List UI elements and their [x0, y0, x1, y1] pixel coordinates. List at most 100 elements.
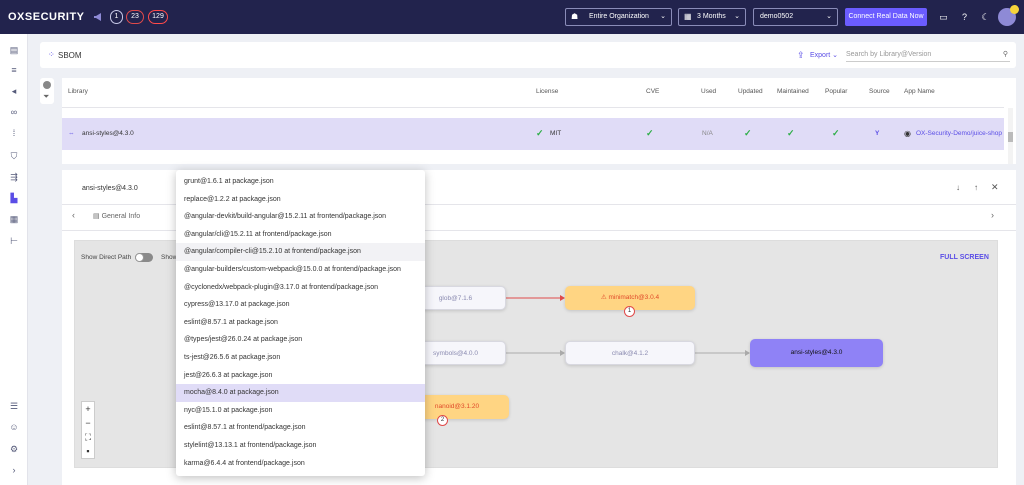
menu-item[interactable]: cypress@13.17.0 at package.json — [176, 296, 425, 314]
menu-item[interactable]: nyc@15.1.0 at package.json — [176, 402, 425, 420]
chevron-down-icon: ⌄ — [660, 13, 666, 20]
tab-next-icon[interactable]: › — [991, 210, 994, 220]
sbom-icon: ⁘ — [48, 50, 55, 59]
menu-item[interactable]: stylelint@13.13.1 at frontend/package.js… — [176, 437, 425, 455]
chevron-down-icon: ⌄ — [734, 13, 740, 20]
sbom-table: Library License CVE Used Updated Maintai… — [62, 78, 1016, 164]
pipeline-icon[interactable]: ⇶ — [8, 171, 20, 183]
dependency-path-menu: grunt@1.6.1 at package.json replace@1.2.… — [176, 170, 425, 476]
page-title: SBOM — [58, 51, 82, 60]
tab-general-info[interactable]: ▤ General Info — [93, 212, 140, 220]
node-chalk[interactable]: chalk@4.1.2 — [565, 341, 695, 365]
column-used[interactable]: Used — [701, 88, 716, 95]
check-icon: ✓ — [536, 128, 544, 138]
zoom-out-icon[interactable]: − — [82, 416, 94, 430]
menu-item[interactable]: @angular/cli@15.2.11 at frontend/package… — [176, 226, 425, 244]
chat-icon[interactable]: ▭ — [938, 12, 949, 23]
top-bar: OXSECURITY 1 23 129 ☗ Entire Organizatio… — [0, 0, 1024, 34]
github-icon: ◉ — [904, 129, 911, 138]
license-value: MIT — [550, 130, 562, 137]
column-cve[interactable]: CVE — [646, 88, 659, 95]
menu-item[interactable]: eslint@8.57.1 at package.json — [176, 314, 425, 332]
notification-badge-medium[interactable]: 23 — [126, 10, 144, 24]
filter-icon[interactable]: ⏷ — [43, 92, 49, 102]
expand-sidebar-icon[interactable]: › — [8, 464, 20, 476]
lock-icon[interactable]: ▪ — [82, 444, 94, 458]
menu-item-hovered[interactable]: @angular/compiler-cli@15.2.10 at fronten… — [176, 243, 425, 261]
ox-security-logo[interactable]: OXSECURITY — [8, 11, 85, 23]
link-icon: ⇔ — [68, 130, 75, 137]
list-icon[interactable]: ≡ — [8, 64, 20, 76]
menu-item-selected[interactable]: mocha@8.4.0 at package.json — [176, 384, 425, 402]
column-source[interactable]: Source — [869, 88, 890, 95]
check-icon: ✓ — [832, 128, 840, 138]
menu-item[interactable]: eslint@8.57.1 at frontend/package.json — [176, 419, 425, 437]
table-row-selected[interactable]: ⇔ ansi-styles@4.3.0 ✓ MIT ✓ N/A ✓ ✓ ✓ Y … — [62, 118, 1004, 150]
node-ansi-styles[interactable]: ansi-styles@4.3.0 — [750, 339, 883, 367]
menu-item[interactable]: jest@26.6.3 at package.json — [176, 367, 425, 385]
dashboard-icon[interactable]: ▤ — [8, 44, 20, 56]
chevron-down-icon: ⌄ — [826, 13, 832, 20]
arrow-up-icon[interactable]: ↑ — [974, 183, 978, 192]
infinity-icon[interactable]: ∞ — [8, 106, 20, 118]
export-button[interactable]: Export ⌄ — [810, 51, 838, 59]
organization-icon: ☗ — [571, 12, 579, 21]
menu-item[interactable]: @angular-builders/custom-webpack@15.0.0 … — [176, 261, 425, 279]
column-popular[interactable]: Popular — [825, 88, 847, 95]
column-app-name[interactable]: App Name — [904, 88, 935, 95]
export-icon[interactable]: ⇪ — [797, 50, 805, 61]
tab-prev-icon[interactable]: ‹ — [72, 210, 75, 220]
fit-view-icon[interactable]: ⛶ — [82, 430, 94, 444]
calendar-icon: ▦ — [684, 12, 692, 21]
menu-item[interactable]: grunt@1.6.1 at package.json — [176, 173, 425, 191]
notification-badge-low[interactable]: 1 — [110, 10, 123, 24]
connect-real-data-button[interactable]: Connect Real Data Now — [845, 8, 927, 26]
library-name: ansi-styles@4.3.0 — [82, 130, 134, 137]
detail-title: ansi-styles@4.3.0 — [82, 185, 138, 192]
column-maintained[interactable]: Maintained — [777, 88, 809, 95]
sbom-icon[interactable]: ▙ — [8, 192, 20, 204]
source-value: Y — [875, 130, 880, 137]
zoom-in-icon[interactable]: + — [82, 402, 94, 416]
apps-icon[interactable]: ▦ — [8, 213, 20, 225]
dark-mode-icon[interactable]: ☾ — [980, 12, 991, 23]
search-input[interactable]: Search by Library@Version ⚲ — [846, 48, 1010, 62]
filter-controls: ⏷ — [40, 78, 54, 104]
menu-item[interactable]: @angular-devkit/build-angular@15.2.11 at… — [176, 208, 425, 226]
column-library[interactable]: Library — [68, 88, 88, 95]
search-icon: ⚲ — [1002, 51, 1008, 58]
grid-icon[interactable]: ⁞ — [8, 127, 20, 139]
arrow-down-icon[interactable]: ↓ — [956, 183, 960, 192]
period-dropdown[interactable]: ▦ 3 Months ⌄ — [678, 8, 746, 26]
megaphone-icon[interactable]: ◂ — [8, 85, 20, 97]
check-icon: ✓ — [787, 128, 795, 138]
column-license[interactable]: License — [536, 88, 558, 95]
report-icon[interactable]: ☰ — [8, 400, 20, 412]
notification-badge-high[interactable]: 129 — [148, 10, 168, 24]
menu-item[interactable]: @cyclonedx/webpack-plugin@3.17.0 at fron… — [176, 279, 425, 297]
menu-item[interactable]: ts-jest@26.5.6 at package.json — [176, 349, 425, 367]
column-updated[interactable]: Updated — [738, 88, 763, 95]
menu-item[interactable]: @types/jest@26.0.24 at package.json — [176, 331, 425, 349]
users-icon[interactable]: ☺ — [8, 421, 20, 433]
organization-dropdown[interactable]: ☗ Entire Organization ⌄ — [565, 8, 672, 26]
check-icon: ✓ — [744, 128, 752, 138]
workspace-dropdown[interactable]: demo0502 ⌄ — [753, 8, 838, 26]
settings-toggle-icon[interactable] — [43, 81, 51, 89]
menu-item[interactable]: karma@6.4.4 at frontend/package.json — [176, 455, 425, 473]
table-scrollbar[interactable] — [1008, 108, 1013, 164]
help-icon[interactable]: ? — [959, 12, 970, 23]
used-value: N/A — [702, 130, 713, 137]
settings-icon[interactable]: ⚙ — [8, 443, 20, 455]
node-minimatch-count: 1 — [624, 306, 635, 317]
avatar-status-icon — [1010, 5, 1019, 14]
check-icon: ✓ — [646, 128, 654, 138]
close-icon[interactable]: ✕ — [991, 182, 999, 193]
sbom-header: ⁘ SBOM ⇪ Export ⌄ Search by Library@Vers… — [40, 42, 1016, 68]
tree-icon[interactable]: ⊢ — [8, 235, 20, 247]
sidebar: ▤ ≡ ◂ ∞ ⁞ ⛉ ⇶ ▙ ▦ ⊢ ☰ ☺ ⚙ › — [0, 34, 28, 485]
megaphone-icon[interactable] — [93, 11, 105, 23]
app-name-link[interactable]: OX-Security-Demo/juice-shop — [916, 130, 1002, 137]
menu-item[interactable]: replace@1.2.2 at package.json — [176, 191, 425, 209]
shield-icon[interactable]: ⛉ — [8, 150, 20, 162]
